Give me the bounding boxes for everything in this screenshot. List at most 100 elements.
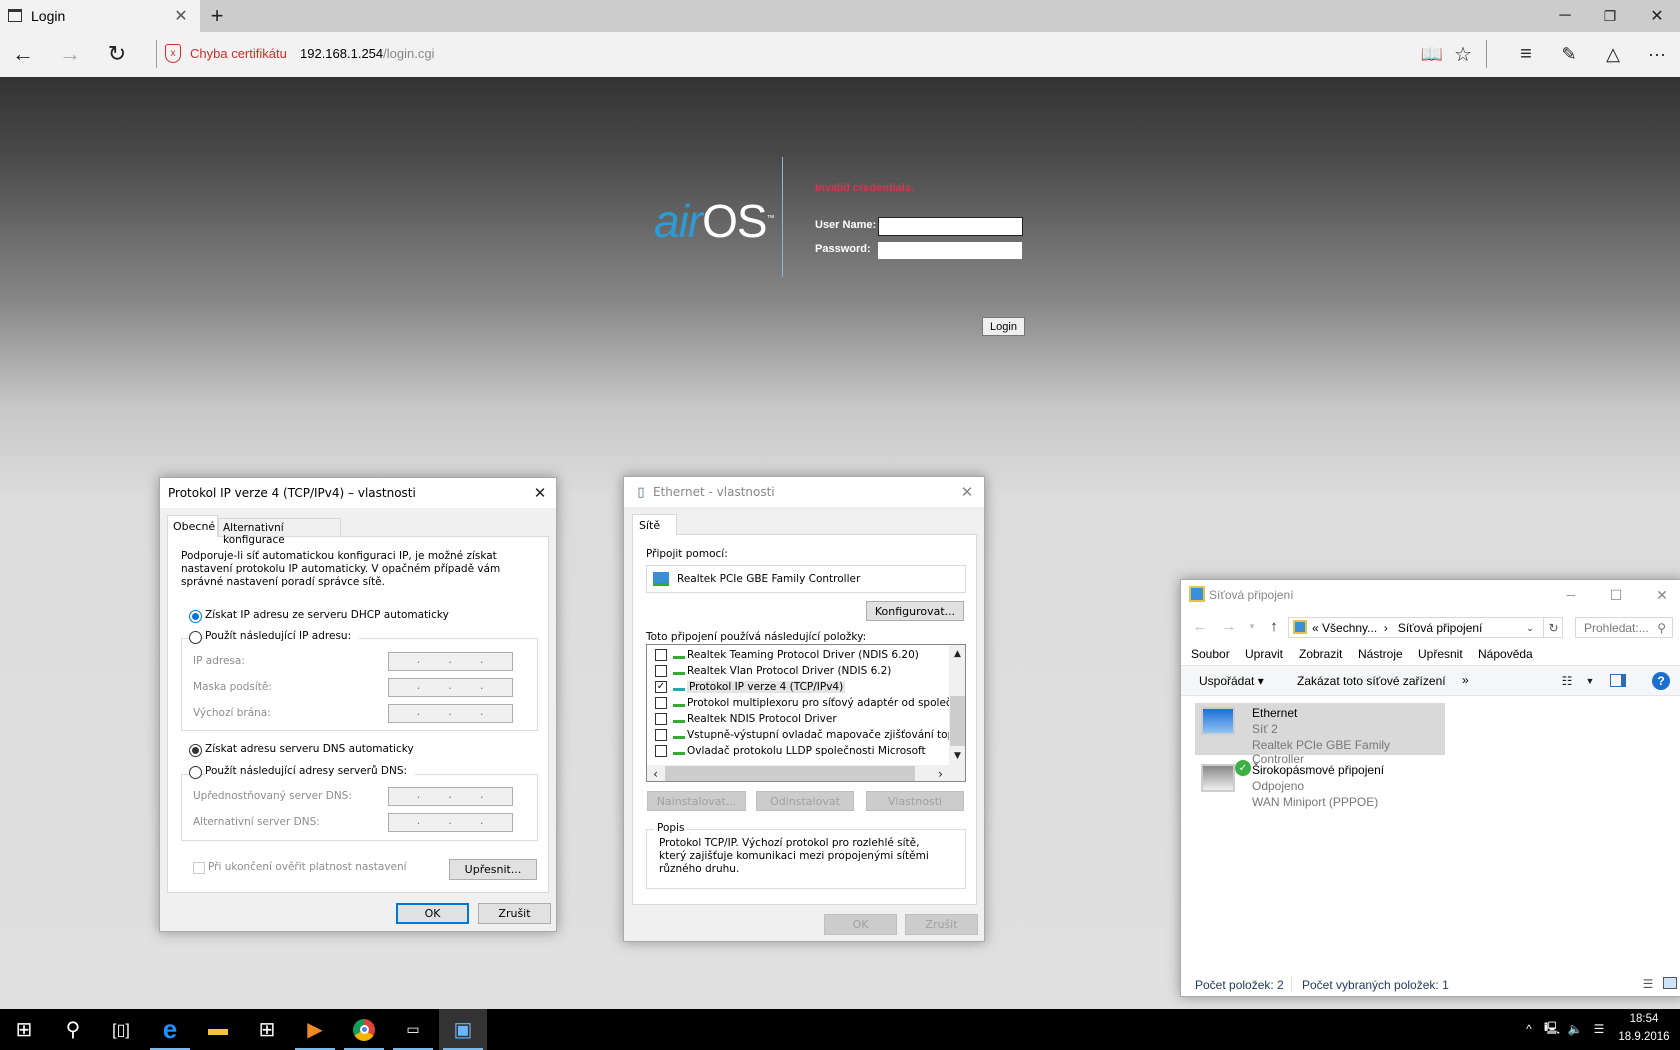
menu-tools[interactable]: Nástroje <box>1358 647 1403 661</box>
scroll-thumb[interactable] <box>665 766 915 781</box>
connection-item-ethernet[interactable]: Ethernet Síť 2 Realtek PCIe GBE Family C… <box>1195 703 1445 766</box>
forward-icon[interactable]: → <box>57 40 83 68</box>
advanced-button[interactable]: Upřesnit... <box>449 859 537 880</box>
scroll-thumb[interactable] <box>950 696 965 746</box>
preferred-dns-field[interactable]: ... <box>388 787 513 806</box>
component-checkbox[interactable]: ✓ <box>655 681 667 693</box>
components-list[interactable]: Realtek Teaming Protocol Driver (NDIS 6.… <box>646 644 966 782</box>
network-tray-icon[interactable]: 🖳 <box>1542 1019 1562 1039</box>
chevron-down-icon[interactable]: ⌄ <box>1523 620 1537 636</box>
close-tab-icon[interactable]: ✕ <box>172 6 190 26</box>
search-icon[interactable]: ⚲ <box>49 1009 97 1050</box>
cert-error-label[interactable]: Chyba certifikátu <box>190 46 287 61</box>
chrome-icon[interactable] <box>340 1009 388 1050</box>
validate-checkbox[interactable] <box>193 862 205 874</box>
address-bar[interactable]: « Všechny... › Síťová připojení ⌄ ↻ <box>1288 617 1563 638</box>
back-icon[interactable]: ← <box>10 40 36 68</box>
restore-button[interactable]: ❐ <box>1598 4 1622 28</box>
search-box[interactable]: Prohledat:... ⚲ <box>1575 617 1673 638</box>
new-tab-button[interactable]: + <box>206 3 228 28</box>
volume-icon[interactable]: 🔈 <box>1565 1019 1585 1039</box>
shield-error-icon[interactable]: x <box>165 44 181 63</box>
recent-dropdown-icon[interactable]: ▼ <box>1246 616 1258 636</box>
alternate-dns-field[interactable]: ... <box>388 813 513 832</box>
ip-address-field[interactable]: ... <box>388 652 513 671</box>
username-input[interactable] <box>878 217 1023 236</box>
hub-icon[interactable]: ≡ <box>1514 42 1538 66</box>
component-checkbox[interactable] <box>655 713 667 725</box>
scroll-down-icon[interactable]: ▼ <box>949 747 965 764</box>
close-window-button[interactable]: ✕ <box>1645 4 1669 28</box>
command-prompt-icon[interactable]: ▭ <box>389 1009 437 1050</box>
action-center-icon[interactable]: ☰ <box>1589 1019 1609 1039</box>
view-dropdown-icon[interactable]: ▼ <box>1584 672 1596 690</box>
close-button[interactable]: ✕ <box>1652 585 1672 605</box>
component-checkbox[interactable] <box>655 697 667 709</box>
help-icon[interactable]: ? <box>1652 672 1670 690</box>
ok-button[interactable]: OK <box>396 903 469 924</box>
cancel-button[interactable]: Zrušit <box>478 903 551 924</box>
tab-alternate[interactable]: Alternativní konfigurace <box>218 518 341 546</box>
back-icon[interactable]: ← <box>1192 616 1208 636</box>
ok-button[interactable]: OK <box>824 914 897 935</box>
clock-date[interactable]: 18.9.2016 <box>1615 1031 1673 1043</box>
minimize-button[interactable]: ─ <box>1553 4 1577 28</box>
tab-networking[interactable]: Sítě <box>632 514 677 535</box>
forward-icon[interactable]: → <box>1221 616 1237 636</box>
organize-button[interactable]: Uspořádat ▾ <box>1199 674 1264 688</box>
subnet-mask-field[interactable]: ... <box>388 678 513 697</box>
radio-auto-ip[interactable] <box>189 610 202 623</box>
start-windows-icon[interactable]: ⊞ <box>0 1009 48 1050</box>
address-bar[interactable]: 192.168.1.254/login.cgi <box>300 46 434 61</box>
component-checkbox[interactable] <box>655 665 667 677</box>
tab-general[interactable]: Obecné <box>167 515 218 537</box>
details-view-icon[interactable]: ☰ <box>1641 977 1655 991</box>
change-view-icon[interactable]: ☷ <box>1559 672 1575 690</box>
file-explorer-icon[interactable]: ▬ <box>194 1009 242 1050</box>
scroll-up-icon[interactable]: ▲ <box>949 645 965 662</box>
vertical-scrollbar[interactable]: ▲ ▼ <box>949 645 965 765</box>
close-icon[interactable]: ✕ <box>957 482 977 502</box>
breadcrumb-current[interactable]: Síťová připojení <box>1398 621 1483 635</box>
store-icon[interactable]: ⊞ <box>243 1009 291 1050</box>
more-commands-button[interactable]: » <box>1462 673 1469 687</box>
favorite-star-icon[interactable]: ☆ <box>1451 42 1475 66</box>
menu-file[interactable]: Soubor <box>1191 647 1230 661</box>
horizontal-scrollbar[interactable]: ‹ › <box>647 765 965 781</box>
menu-view[interactable]: Zobrazit <box>1299 647 1342 661</box>
reading-view-icon[interactable]: 📖 <box>1420 42 1444 66</box>
maximize-button[interactable]: ☐ <box>1606 585 1626 605</box>
radio-manual-dns[interactable] <box>189 766 202 779</box>
refresh-icon[interactable]: ↻ <box>1543 618 1563 637</box>
edge-icon[interactable]: e <box>146 1009 194 1050</box>
menu-advanced[interactable]: Upřesnit <box>1418 647 1463 661</box>
properties-button[interactable]: Vlastnosti <box>866 791 964 811</box>
web-note-icon[interactable]: ✎ <box>1557 42 1581 66</box>
refresh-icon[interactable]: ↻ <box>104 40 130 68</box>
scroll-right-icon[interactable]: › <box>932 765 949 781</box>
more-icon[interactable]: ··· <box>1645 42 1669 66</box>
install-button[interactable]: Nainstalovat... <box>647 791 746 811</box>
menu-help[interactable]: Nápověda <box>1478 647 1533 661</box>
minimize-button[interactable]: ─ <box>1561 585 1581 605</box>
password-input[interactable] <box>878 242 1022 259</box>
media-player-icon[interactable]: ▶ <box>291 1009 339 1050</box>
gateway-field[interactable]: ... <box>388 704 513 723</box>
uninstall-button[interactable]: Odinstalovat <box>756 791 854 811</box>
preview-pane-icon[interactable] <box>1610 674 1626 687</box>
clock-time[interactable]: 18:54 <box>1620 1013 1668 1025</box>
component-checkbox[interactable] <box>655 745 667 757</box>
close-icon[interactable]: ✕ <box>530 483 550 503</box>
component-checkbox[interactable] <box>655 729 667 741</box>
component-checkbox[interactable] <box>655 649 667 661</box>
breadcrumb-all[interactable]: Všechny... <box>1322 621 1377 635</box>
connection-item-broadband[interactable]: ✓ Širokopásmové připojení Odpojeno WAN M… <box>1195 760 1445 812</box>
configure-button[interactable]: Konfigurovat... <box>866 601 964 621</box>
radio-auto-dns[interactable] <box>189 744 202 757</box>
control-panel-icon[interactable]: ▣ <box>439 1009 487 1050</box>
menu-edit[interactable]: Upravit <box>1245 647 1283 661</box>
scroll-left-icon[interactable]: ‹ <box>647 765 664 781</box>
tab-login[interactable]: Login ✕ <box>0 0 200 32</box>
disable-device-button[interactable]: Zakázat toto síťové zařízení <box>1297 674 1446 688</box>
task-view-icon[interactable]: [▯] <box>97 1009 145 1050</box>
